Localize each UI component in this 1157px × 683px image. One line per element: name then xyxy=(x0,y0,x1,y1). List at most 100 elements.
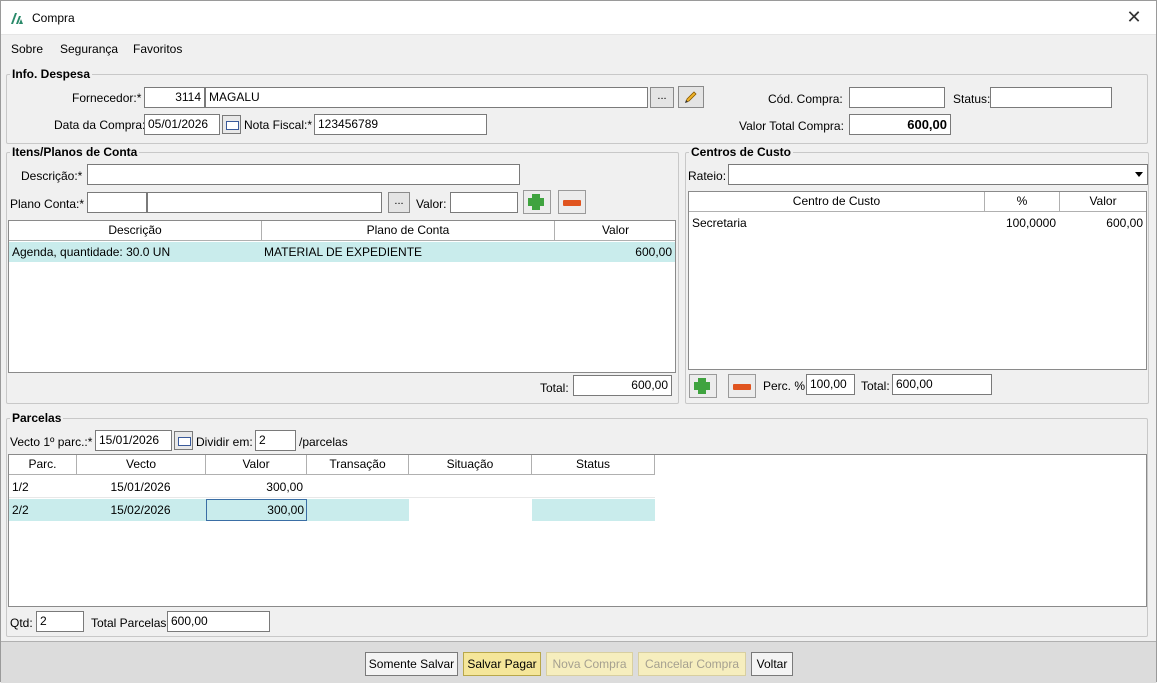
itens-table: Descrição Plano de Conta Valor Agenda, q… xyxy=(8,220,676,373)
valor-total-compra-value: 600,00 xyxy=(849,114,951,135)
col-percent[interactable]: % xyxy=(985,192,1060,212)
dividir-input[interactable]: 2 xyxy=(255,430,296,451)
info-despesa-label: Info. Despesa xyxy=(10,67,93,81)
row-descricao: Agenda, quantidade: 30.0 UN xyxy=(12,245,171,259)
data-compra-label: Data da Compra:* xyxy=(54,118,151,132)
table-row[interactable]: Secretaria 100,0000 600,00 xyxy=(689,213,1146,233)
col-valor[interactable]: Valor xyxy=(555,221,675,241)
descricao-input[interactable] xyxy=(87,164,520,185)
row-vecto: 15/02/2026 xyxy=(110,503,171,517)
cod-compra-label: Cód. Compra: xyxy=(768,92,843,106)
menu-sobre[interactable]: Sobre xyxy=(11,42,43,56)
row-valor-cell-editing[interactable]: 300,00 xyxy=(206,499,307,521)
somente-salvar-button[interactable]: Somente Salvar xyxy=(365,652,458,676)
window-title: Compra xyxy=(32,11,75,25)
plano-browse-button[interactable]: ... xyxy=(388,192,410,213)
title-bar: Compra ✕ xyxy=(1,1,1156,35)
col-status[interactable]: Status xyxy=(532,455,655,475)
fornecedor-code-input[interactable]: 3114 xyxy=(144,87,205,108)
menu-favoritos[interactable]: Favoritos xyxy=(133,42,182,56)
row-valor: 600,00 xyxy=(1106,216,1143,230)
add-item-icon[interactable] xyxy=(523,190,551,214)
col-situacao[interactable]: Situação xyxy=(409,455,532,475)
vecto-label: Vecto 1º parc.:* xyxy=(10,435,93,449)
col-vecto[interactable]: Vecto xyxy=(77,455,206,475)
qtd-input: 2 xyxy=(36,611,84,632)
app-logo-icon xyxy=(11,13,23,24)
nova-compra-button[interactable]: Nova Compra xyxy=(546,652,633,676)
row-situacao xyxy=(409,477,530,497)
col-parc[interactable]: Parc. xyxy=(9,455,77,475)
perc-input[interactable]: 100,00 xyxy=(806,374,855,395)
close-icon[interactable]: ✕ xyxy=(1124,7,1144,28)
voltar-button[interactable]: Voltar xyxy=(751,652,793,676)
vecto-input[interactable]: 15/01/2026 xyxy=(95,430,172,451)
nota-fiscal-label: Nota Fiscal:* xyxy=(244,118,313,132)
valor-total-compra-label: Valor Total Compra: xyxy=(739,119,844,133)
table-row[interactable]: 1/2 15/01/2026 300,00 xyxy=(9,476,655,498)
fornecedor-label: Fornecedor:* xyxy=(72,91,142,105)
col-plano-conta[interactable]: Plano de Conta xyxy=(262,221,555,241)
centros-total-value: 600,00 xyxy=(892,374,992,395)
rateio-select[interactable] xyxy=(728,164,1148,185)
cancelar-compra-button[interactable]: Cancelar Compra xyxy=(638,652,746,676)
cod-compra-input[interactable] xyxy=(849,87,945,108)
row-valor: 300,00 xyxy=(266,480,303,494)
status-input[interactable] xyxy=(990,87,1112,108)
itens-label: Itens/Planos de Conta xyxy=(10,145,140,159)
row-valor: 600,00 xyxy=(635,245,672,259)
table-row[interactable]: Agenda, quantidade: 30.0 UN MATERIAL DE … xyxy=(9,242,675,262)
centros-table: Centro de Custo % Valor Secretaria 100,0… xyxy=(688,191,1147,370)
total-parcelas-value: 600,00 xyxy=(167,611,270,632)
centros-total-label: Total: xyxy=(861,379,890,393)
row-plano: MATERIAL DE EXPEDIENTE xyxy=(264,245,423,259)
row-status xyxy=(532,477,653,497)
parcelas-table: Parc. Vecto Valor Transação Situação Sta… xyxy=(8,454,1147,607)
status-label: Status: xyxy=(953,92,991,106)
salvar-pagar-button[interactable]: Salvar Pagar xyxy=(463,652,541,676)
col-centro-custo[interactable]: Centro de Custo xyxy=(689,192,985,212)
parcelas-label: Parcelas xyxy=(10,411,64,425)
row-transacao xyxy=(307,477,407,497)
valor-label: Valor: xyxy=(416,197,447,211)
add-centro-icon[interactable] xyxy=(689,374,717,398)
perc-label: Perc. %: xyxy=(763,379,809,393)
menu-seguranca[interactable]: Segurança xyxy=(60,42,118,56)
row-transacao xyxy=(307,500,407,520)
itens-total-label: Total: xyxy=(540,381,569,395)
table-row[interactable]: 2/2 15/02/2026 300,00 xyxy=(9,499,655,521)
plano-name-input[interactable] xyxy=(147,192,382,213)
descricao-label: Descrição:* xyxy=(21,169,83,183)
parcelas-suffix: /parcelas xyxy=(299,435,348,449)
chevron-down-icon xyxy=(1135,172,1143,177)
footer-bar: Somente Salvar Salvar Pagar Nova Compra … xyxy=(1,641,1156,683)
remove-item-icon[interactable] xyxy=(558,190,586,214)
row-parc: 2/2 xyxy=(12,503,29,517)
row-percent: 100,0000 xyxy=(1005,216,1056,230)
rateio-label: Rateio: xyxy=(688,169,727,183)
row-situacao xyxy=(409,500,530,520)
plano-code-input[interactable] xyxy=(87,192,147,213)
menu-bar: Sobre Segurança Favoritos xyxy=(1,36,1156,62)
col-valor[interactable]: Valor xyxy=(1060,192,1146,212)
fornecedor-name-input[interactable]: MAGALU xyxy=(205,87,648,108)
itens-total-value: 600,00 xyxy=(573,375,672,396)
col-descricao[interactable]: Descrição xyxy=(9,221,262,241)
col-valor[interactable]: Valor xyxy=(206,455,307,475)
edit-pencil-icon[interactable] xyxy=(678,86,704,108)
row-vecto: 15/01/2026 xyxy=(110,480,171,494)
plano-conta-label: Plano Conta:* xyxy=(10,197,85,211)
fornecedor-browse-button[interactable]: ... xyxy=(650,87,674,108)
calendar-icon[interactable] xyxy=(222,115,241,134)
calendar-icon[interactable] xyxy=(174,431,193,450)
dividir-label: Dividir em: xyxy=(196,435,253,449)
centros-custo-label: Centros de Custo xyxy=(689,145,794,159)
nota-fiscal-input[interactable]: 123456789 xyxy=(314,114,487,135)
valor-input[interactable] xyxy=(450,192,518,213)
total-parcelas-label: Total Parcelas: xyxy=(91,616,170,630)
col-transacao[interactable]: Transação xyxy=(307,455,409,475)
qtd-label: Qtd: xyxy=(10,616,33,630)
remove-centro-icon[interactable] xyxy=(728,374,756,398)
data-compra-input[interactable]: 05/01/2026 xyxy=(144,114,220,135)
row-parc: 1/2 xyxy=(12,480,29,494)
